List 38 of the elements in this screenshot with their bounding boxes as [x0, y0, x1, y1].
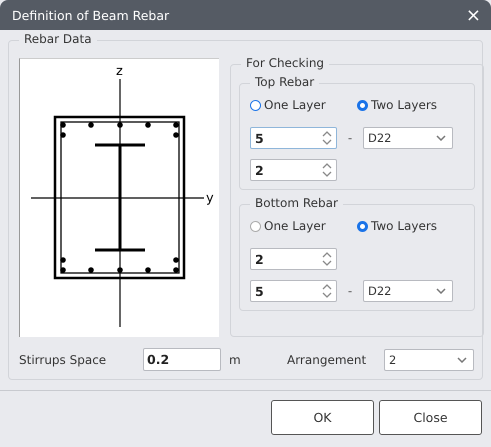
spin-field[interactable]: 5 [250, 127, 337, 149]
spin-field[interactable]: 2 [250, 159, 337, 181]
unit-label: m [229, 352, 242, 366]
radio-option[interactable]: Two Layers [357, 98, 464, 112]
radio-option[interactable]: One Layer [250, 219, 357, 233]
chevron-down-icon [457, 356, 467, 362]
rebar-size-dropdown[interactable]: D22 [363, 127, 453, 149]
chevron-down-icon [436, 288, 446, 294]
spin-arrows-icon[interactable] [322, 251, 332, 267]
stirrups-space-label: Stirrups Space [19, 352, 108, 366]
group-title: Bottom Rebar [250, 196, 343, 210]
arrangement-label: Arrangement [287, 352, 368, 366]
window-title: Definition of Beam Rebar [12, 8, 170, 22]
dash-separator: - [346, 131, 354, 145]
stirrups-space-field[interactable]: 0.2 [143, 348, 221, 371]
spin-field[interactable]: 2 [250, 248, 337, 270]
radio-option[interactable]: One Layer [250, 98, 357, 112]
spin-field[interactable]: 5 [250, 280, 337, 302]
z-axis-label: z [116, 64, 123, 79]
dialog-button[interactable]: OK [271, 400, 374, 435]
radio-icon[interactable] [250, 100, 261, 110]
spin-arrows-icon[interactable] [322, 162, 332, 178]
close-button[interactable]: × [466, 4, 481, 26]
spin-arrows-icon[interactable] [322, 130, 332, 146]
radio-icon[interactable] [250, 220, 261, 232]
group-title: Top Rebar [250, 75, 320, 89]
rebar-size-dropdown[interactable]: D22 [363, 280, 453, 302]
dash-separator: - [346, 284, 354, 298]
dialog-button[interactable]: Close [379, 400, 482, 435]
radio-icon[interactable] [357, 100, 368, 110]
arrangement-dropdown[interactable]: 2 [384, 348, 474, 370]
group-title: Rebar Data [19, 32, 97, 46]
spin-arrows-icon[interactable] [322, 283, 332, 299]
y-axis-label: y [206, 191, 214, 206]
group-title: For Checking [241, 56, 330, 70]
radio-option[interactable]: Two Layers [357, 219, 464, 233]
radio-icon[interactable] [357, 220, 368, 232]
chevron-down-icon [436, 135, 446, 141]
